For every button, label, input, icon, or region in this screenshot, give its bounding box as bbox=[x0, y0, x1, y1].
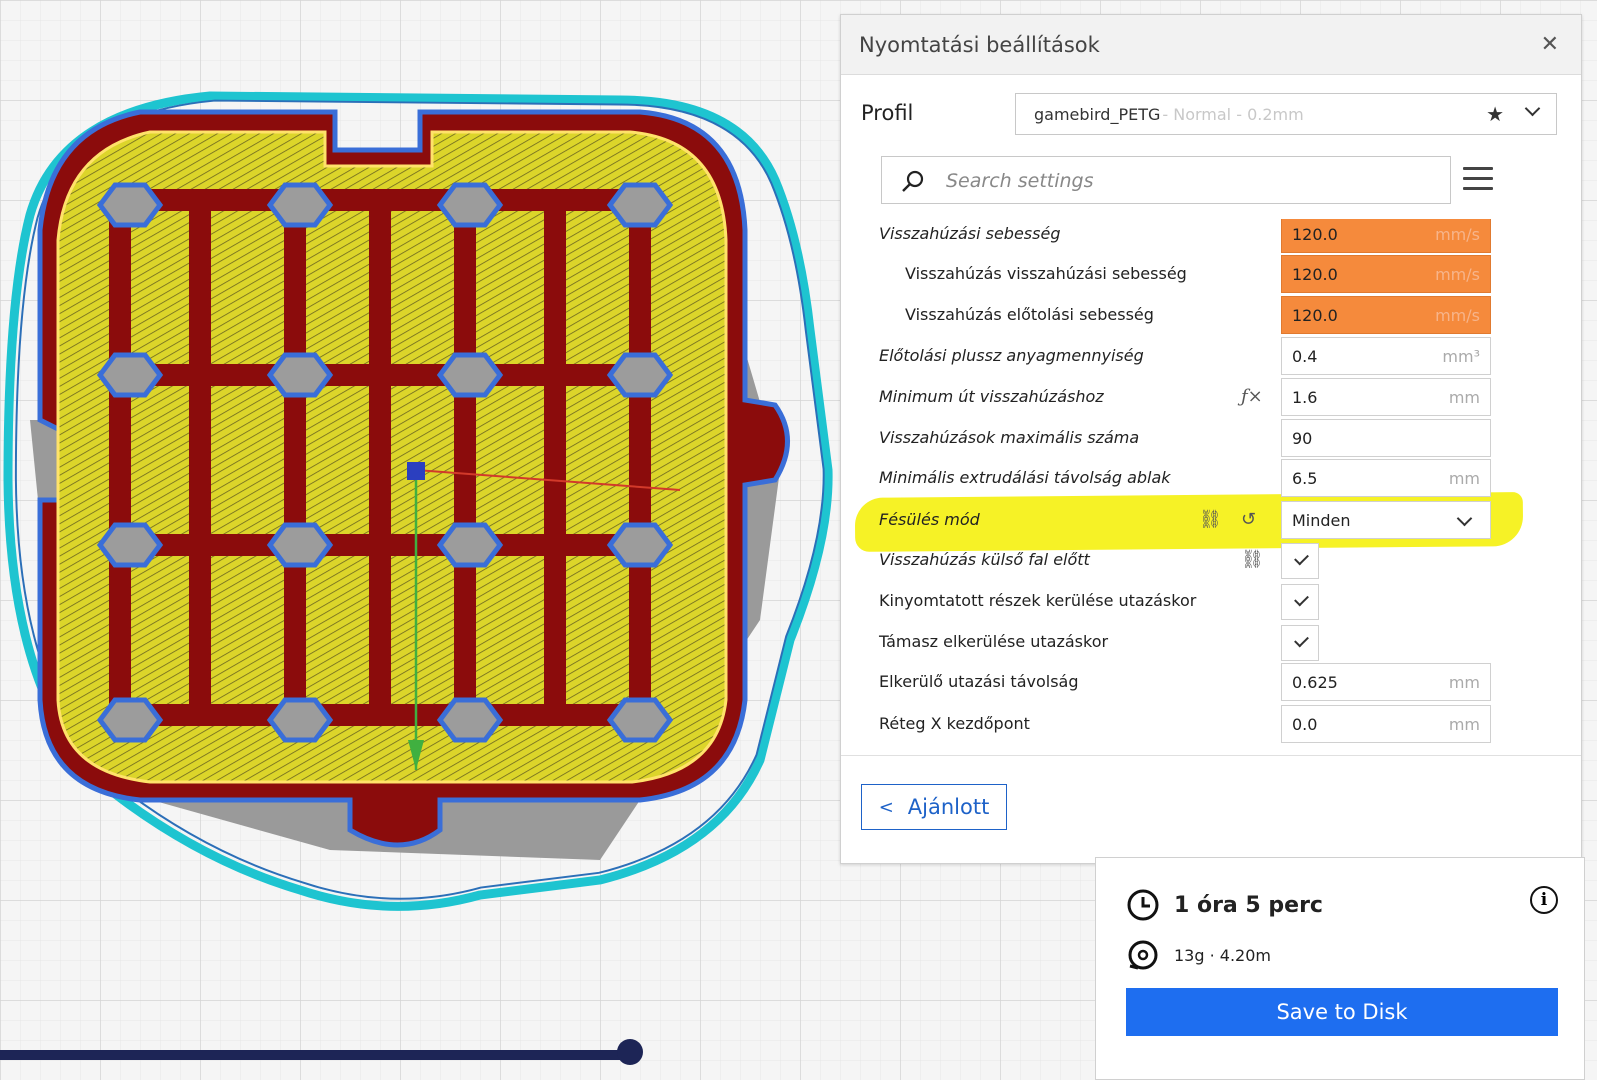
setting-row: Fésülés mód ⛓ ↺ Minden bbox=[841, 501, 1541, 541]
setting-row: Visszahúzási sebesség 120.0 mm/s bbox=[841, 219, 1541, 255]
setting-label: Visszahúzások maximális száma bbox=[879, 428, 1140, 447]
setting-row: Réteg X kezdőpont 0.0 mm bbox=[841, 705, 1541, 745]
setting-value: 120.0 bbox=[1292, 225, 1338, 244]
setting-label: Visszahúzás visszahúzási sebesség bbox=[905, 264, 1187, 283]
setting-field[interactable]: 90 bbox=[1281, 419, 1491, 457]
profile-name: gamebird_PETG bbox=[1034, 104, 1161, 124]
setting-label: Visszahúzási sebesség bbox=[879, 224, 1061, 243]
setting-unit: mm/s bbox=[1435, 306, 1480, 325]
link-icon[interactable]: ⛓ bbox=[1199, 509, 1222, 530]
print-time: 1 óra 5 perc bbox=[1174, 892, 1323, 918]
model-infill bbox=[56, 130, 728, 784]
hamburger-menu-icon[interactable] bbox=[1463, 165, 1495, 193]
setting-row: Kinyomtatott részek kerülése utazáskor bbox=[841, 582, 1541, 622]
search-input[interactable] bbox=[944, 163, 1428, 199]
setting-row: Minimum út visszahúzáshoz ƒ× 1.6 mm bbox=[841, 378, 1541, 418]
link-icon[interactable]: ⛓ bbox=[1241, 549, 1264, 570]
setting-label: Kinyomtatott részek kerülése utazáskor bbox=[879, 591, 1197, 610]
setting-unit: mm bbox=[1448, 715, 1480, 734]
layer-slider-handle[interactable] bbox=[617, 1039, 643, 1065]
setting-value: 0.4 bbox=[1292, 347, 1318, 366]
star-icon[interactable]: ★ bbox=[1486, 102, 1504, 126]
setting-value: 0.625 bbox=[1292, 673, 1338, 692]
setting-field[interactable]: 0.0 mm bbox=[1281, 705, 1491, 743]
setting-checkbox[interactable] bbox=[1281, 584, 1319, 620]
recommended-label: Ajánlott bbox=[907, 795, 990, 819]
print-time-row: 1 óra 5 perc bbox=[1126, 888, 1323, 922]
setting-label: Visszahúzás előtolási sebesség bbox=[905, 305, 1154, 324]
setting-row: Minimális extrudálási távolság ablak 6.5… bbox=[841, 459, 1541, 499]
panel-footer: < Ajánlott bbox=[841, 755, 1581, 866]
setting-value: 120.0 bbox=[1292, 265, 1338, 284]
print-settings-panel: Nyomtatási beállítások ✕ Profil gamebird… bbox=[840, 14, 1582, 864]
setting-label: Minimum út visszahúzáshoz bbox=[879, 387, 1104, 406]
chevron-down-icon bbox=[1456, 510, 1473, 527]
setting-label: Támasz elkerülése utazáskor bbox=[879, 632, 1109, 651]
panel-header: Nyomtatási beállítások ✕ bbox=[841, 15, 1581, 75]
setting-field[interactable]: 0.4 mm³ bbox=[1281, 337, 1491, 375]
setting-unit: mm bbox=[1448, 673, 1480, 692]
spool-icon bbox=[1128, 940, 1158, 970]
setting-label: Visszahúzás külső fal előtt bbox=[879, 550, 1090, 569]
check-icon bbox=[1294, 632, 1309, 648]
save-to-disk-button[interactable]: Save to Disk bbox=[1126, 988, 1558, 1036]
setting-unit: mm/s bbox=[1435, 265, 1480, 284]
setting-value: 1.6 bbox=[1292, 388, 1318, 407]
settings-list: Visszahúzási sebesség 120.0 mm/s Visszah… bbox=[841, 219, 1541, 761]
setting-unit: mm bbox=[1448, 469, 1480, 488]
search-icon bbox=[902, 170, 924, 192]
setting-value: 6.5 bbox=[1292, 469, 1318, 488]
setting-label: Előtolási plussz anyagmennyiség bbox=[879, 346, 1144, 365]
setting-value: 90 bbox=[1292, 429, 1313, 448]
search-box bbox=[881, 156, 1451, 204]
panel-title: Nyomtatási beállítások bbox=[859, 32, 1100, 57]
setting-value: Minden bbox=[1292, 511, 1351, 530]
recommended-button[interactable]: < Ajánlott bbox=[861, 784, 1007, 830]
fx-icon[interactable]: ƒ× bbox=[1241, 386, 1263, 407]
layer-slider-track[interactable] bbox=[0, 1050, 640, 1060]
honeycomb-walls bbox=[109, 189, 651, 726]
origin-marker bbox=[407, 462, 425, 480]
setting-unit: mm³ bbox=[1442, 347, 1480, 366]
setting-label: Elkerülő utazási távolság bbox=[879, 672, 1079, 691]
setting-unit: mm bbox=[1448, 388, 1480, 407]
check-icon bbox=[1294, 591, 1309, 607]
material-usage: 13g · 4.20m bbox=[1174, 945, 1271, 965]
setting-unit: mm/s bbox=[1435, 225, 1480, 244]
combing-mode-dropdown[interactable]: Minden bbox=[1281, 501, 1491, 539]
setting-field[interactable]: 6.5 mm bbox=[1281, 459, 1491, 497]
setting-row: Elkerülő utazási távolság 0.625 mm bbox=[841, 663, 1541, 703]
info-icon[interactable]: i bbox=[1530, 886, 1558, 914]
setting-row: Támasz elkerülése utazáskor bbox=[841, 623, 1541, 663]
setting-checkbox[interactable] bbox=[1281, 625, 1319, 661]
profile-label: Profil bbox=[861, 101, 914, 125]
setting-checkbox[interactable] bbox=[1281, 543, 1319, 579]
setting-row: Visszahúzás visszahúzási sebesség 120.0 … bbox=[841, 255, 1541, 295]
profile-select[interactable]: gamebird_PETG - Normal - 0.2mm ★ bbox=[1015, 93, 1557, 135]
setting-value: 120.0 bbox=[1292, 306, 1338, 325]
reset-icon[interactable]: ↺ bbox=[1241, 509, 1256, 530]
close-icon[interactable]: ✕ bbox=[1537, 28, 1563, 61]
setting-field[interactable]: 120.0 mm/s bbox=[1281, 219, 1491, 253]
setting-row: Előtolási plussz anyagmennyiség 0.4 mm³ bbox=[841, 337, 1541, 377]
setting-row: Visszahúzás külső fal előtt ⛓ bbox=[841, 541, 1541, 581]
profile-row: Profil gamebird_PETG - Normal - 0.2mm ★ bbox=[841, 93, 1581, 137]
material-row: 13g · 4.20m bbox=[1126, 938, 1271, 972]
chevron-left-icon: < bbox=[878, 796, 894, 818]
setting-field[interactable]: 0.625 mm bbox=[1281, 663, 1491, 701]
setting-row: Visszahúzások maximális száma 90 bbox=[841, 419, 1541, 459]
check-icon bbox=[1294, 550, 1309, 566]
setting-label: Réteg X kezdőpont bbox=[879, 714, 1030, 733]
setting-row: Visszahúzás előtolási sebesség 120.0 mm/… bbox=[841, 296, 1541, 336]
setting-field[interactable]: 1.6 mm bbox=[1281, 378, 1491, 416]
setting-label: Fésülés mód bbox=[879, 510, 980, 529]
profile-quality: - Normal - 0.2mm bbox=[1162, 104, 1304, 124]
setting-value: 0.0 bbox=[1292, 715, 1318, 734]
setting-label: Minimális extrudálási távolság ablak bbox=[879, 468, 1171, 487]
chevron-down-icon[interactable] bbox=[1524, 100, 1541, 117]
setting-field[interactable]: 120.0 mm/s bbox=[1281, 255, 1491, 293]
print-estimate-panel: 1 óra 5 perc i 13g · 4.20m Save to Disk bbox=[1095, 857, 1585, 1080]
setting-field[interactable]: 120.0 mm/s bbox=[1281, 296, 1491, 334]
clock-icon bbox=[1127, 889, 1159, 921]
